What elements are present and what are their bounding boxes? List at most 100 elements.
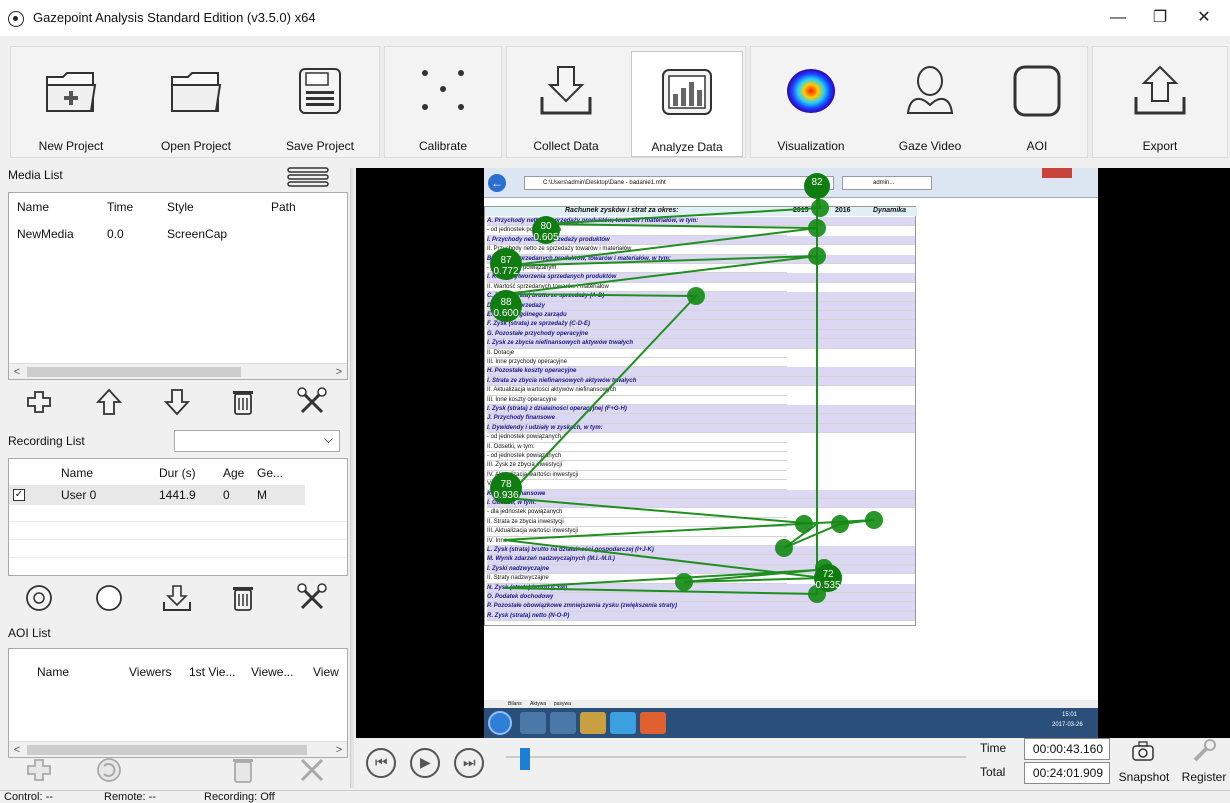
save-project-button[interactable]: Save Project <box>261 51 379 157</box>
fixation-point <box>865 511 883 529</box>
visualization-button[interactable]: Visualization <box>751 51 871 157</box>
open-folder-icon <box>171 72 222 112</box>
trash-icon[interactable] <box>226 386 260 418</box>
new-project-button[interactable]: New Project <box>11 51 131 157</box>
collect-data-button[interactable]: Collect Data <box>509 51 623 157</box>
new-project-label: New Project <box>38 139 104 153</box>
column-header-path[interactable]: Path <box>271 200 296 214</box>
close-button[interactable]: ✕ <box>1184 4 1224 32</box>
media-time: 0.0 <box>107 227 124 241</box>
fixation-point <box>811 199 829 217</box>
remote-status: Remote: -- <box>104 791 156 803</box>
column-header-name[interactable]: Name <box>37 665 69 679</box>
aoi-frame-icon <box>1013 65 1061 117</box>
timeline-track <box>506 756 966 758</box>
recorded-screen: ← C:\Users\admin\Desktop\Dane - badanie1… <box>484 168 1098 738</box>
add-icon[interactable] <box>22 754 56 786</box>
calibrate-label: Calibrate <box>418 139 468 153</box>
column-header-style[interactable]: Style <box>167 200 194 214</box>
time-label: Time <box>980 741 1007 755</box>
person-icon <box>906 66 954 114</box>
download-tray-icon <box>540 66 592 115</box>
column-header-view[interactable]: View <box>313 665 339 679</box>
fixation-number: 72 <box>822 569 834 580</box>
timeline-slider[interactable] <box>506 748 966 770</box>
column-header-age[interactable]: Age <box>223 466 244 480</box>
open-project-button[interactable]: Open Project <box>136 51 256 157</box>
media-list-header: Media List <box>0 160 350 190</box>
column-header-viewers[interactable]: Viewers <box>129 665 171 679</box>
recording-checkbox[interactable]: ✓ <box>13 489 25 501</box>
play-button[interactable]: ▶ <box>410 748 440 778</box>
trash-icon[interactable] <box>226 582 260 614</box>
media-horizontal-scrollbar[interactable]: < > <box>9 363 347 379</box>
column-header-first-view[interactable]: 1st Vie... <box>189 665 235 679</box>
media-list-title: Media List <box>8 168 63 182</box>
move-up-icon[interactable] <box>92 386 126 418</box>
tools-icon[interactable] <box>296 754 330 786</box>
aoi-button[interactable]: AOI <box>987 51 1087 157</box>
column-header-viewed[interactable]: Viewe... <box>251 665 293 679</box>
next-icon: ⏭ <box>463 754 476 770</box>
trash-icon[interactable] <box>226 754 260 786</box>
register-button[interactable]: Register <box>1178 738 1230 788</box>
gaze-video-button[interactable]: Gaze Video <box>875 51 985 157</box>
calibrate-button[interactable]: Calibrate <box>385 51 501 157</box>
view-group: Visualization Gaze Video AOI <box>750 46 1088 158</box>
left-panel: Media List Name Time Style Path NewMedia… <box>0 160 350 790</box>
export-button[interactable]: Export <box>1095 51 1225 157</box>
maximize-button[interactable]: ❐ <box>1140 4 1180 32</box>
media-list[interactable]: Name Time Style Path NewMedia 0.0 Screen… <box>8 192 348 380</box>
next-button[interactable]: ⏭ <box>454 748 484 778</box>
status-bar: Control: -- Remote: -- Recording: Off <box>0 790 1230 803</box>
column-header-gender[interactable]: Ge... <box>257 466 283 480</box>
gaze-video-label: Gaze Video <box>898 139 962 153</box>
menu-lines-icon[interactable] <box>286 166 330 188</box>
fixation-point <box>831 515 849 533</box>
analyze-data-button[interactable]: Analyze Data <box>631 51 743 157</box>
recording-list[interactable]: Name Dur (s) Age Ge... ✓ User 0 1441.9 0… <box>8 458 348 576</box>
fixation-number: 82 <box>811 177 823 188</box>
snapshot-button[interactable]: Snapshot <box>1116 738 1172 788</box>
snapshot-label: Snapshot <box>1118 770 1170 784</box>
column-header-name[interactable]: Name <box>17 200 49 214</box>
record-settings-icon[interactable] <box>22 582 56 614</box>
wrench-icon <box>1193 739 1216 762</box>
previous-button[interactable]: ⏮ <box>366 748 396 778</box>
scroll-thumb[interactable] <box>27 367 241 377</box>
import-icon[interactable] <box>160 582 194 614</box>
tools-icon[interactable] <box>296 582 330 614</box>
aoi-actions <box>8 750 348 790</box>
total-time-field: 00:24:01.909 <box>1024 762 1110 784</box>
replay-viewer[interactable]: ← C:\Users\admin\Desktop\Dane - badanie1… <box>356 168 1230 738</box>
column-header-duration[interactable]: Dur (s) <box>159 466 196 480</box>
table-row[interactable]: ✓ User 0 1441.9 0 M <box>9 485 305 505</box>
timeline-thumb[interactable] <box>519 748 530 770</box>
window-title: Gazepoint Analysis Standard Edition (v3.… <box>33 10 316 25</box>
recording-list-header: Recording List ⌵ <box>0 426 350 456</box>
add-icon[interactable] <box>22 386 56 418</box>
list-item[interactable]: NewMedia 0.0 ScreenCap <box>9 225 347 245</box>
scroll-right-icon[interactable]: > <box>331 364 347 379</box>
tools-icon[interactable] <box>296 386 330 418</box>
camera-icon <box>1132 741 1154 761</box>
circle-icon[interactable] <box>92 582 126 614</box>
fixation-point <box>675 573 693 591</box>
aoi-list[interactable]: Name Viewers 1st Vie... Viewe... View < … <box>8 648 348 758</box>
current-time-field[interactable]: 00:00:43.160 <box>1024 738 1110 760</box>
minimize-button[interactable]: — <box>1098 4 1138 32</box>
column-header-name[interactable]: Name <box>61 466 93 480</box>
media-style: ScreenCap <box>167 227 228 241</box>
column-header-time[interactable]: Time <box>107 200 133 214</box>
recording-filter-dropdown[interactable]: ⌵ <box>174 430 340 452</box>
register-label: Register <box>1181 770 1227 784</box>
export-label: Export <box>1142 139 1178 153</box>
analyze-chart-icon <box>662 69 712 115</box>
panel-splitter[interactable] <box>350 168 354 788</box>
refresh-icon[interactable] <box>92 754 126 786</box>
scroll-left-icon[interactable]: < <box>9 364 25 379</box>
gaze-overlay: 800.605 870.772 880.600 780.936 82 720.535 <box>490 173 883 603</box>
move-down-icon[interactable] <box>160 386 194 418</box>
chevron-down-icon: ⌵ <box>323 432 333 446</box>
fixation-duration: 0.600 <box>493 308 518 319</box>
